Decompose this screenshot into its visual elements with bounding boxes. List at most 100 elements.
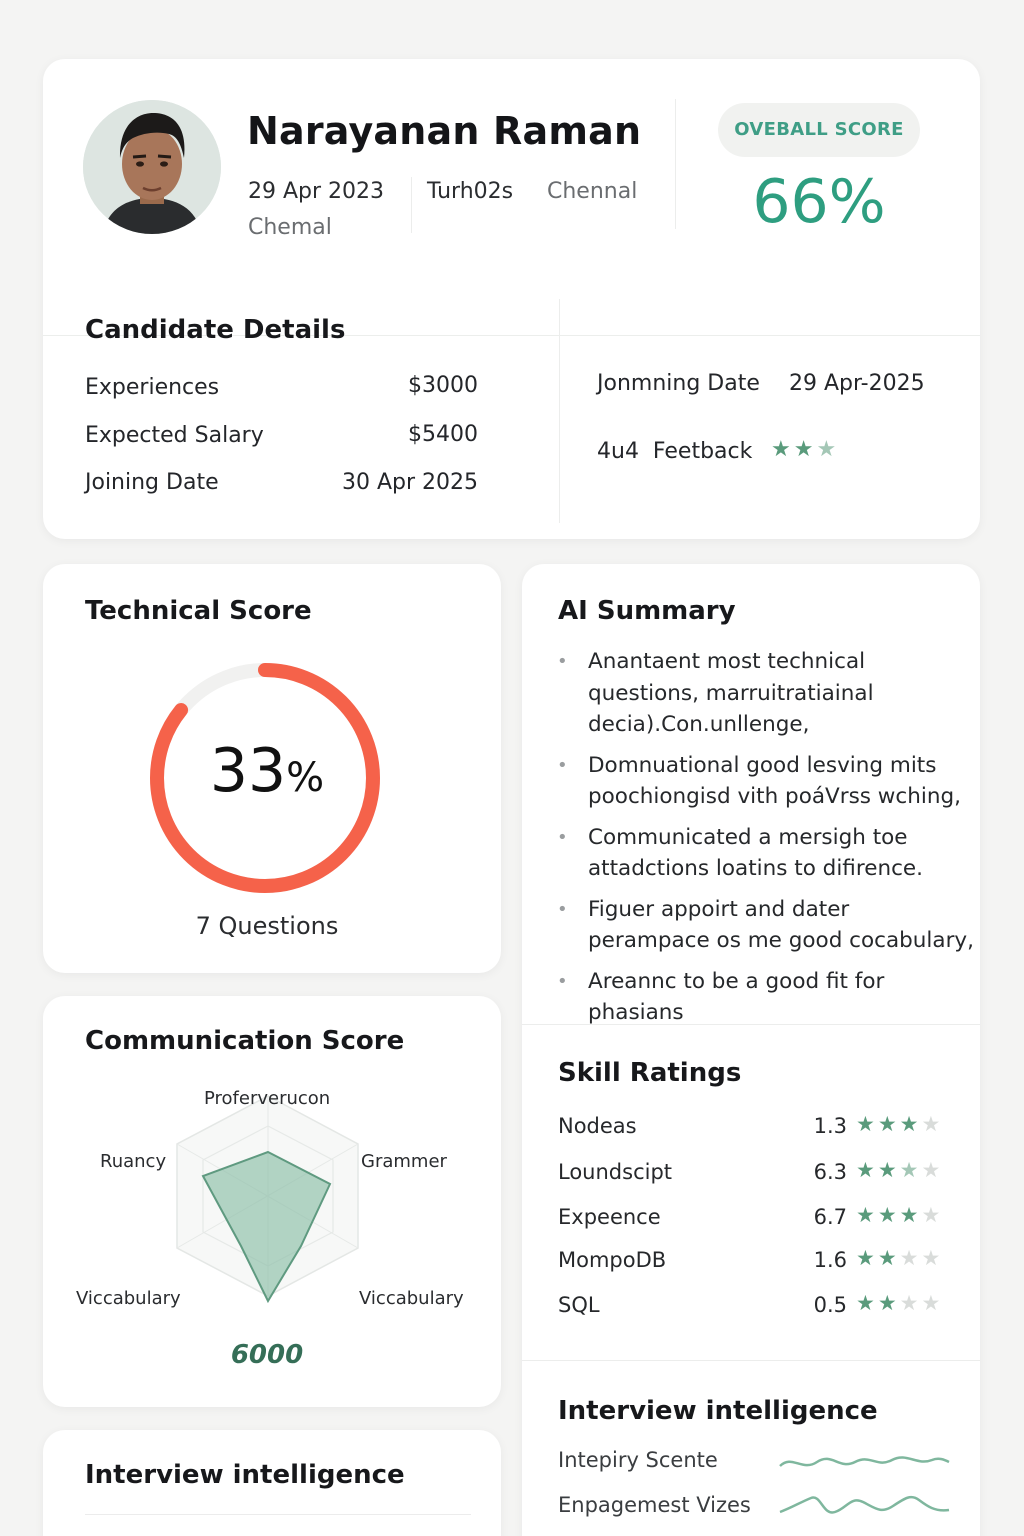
skill-name: Nodeas bbox=[558, 1114, 637, 1138]
interview-intelligence-title: Interview intelligence bbox=[558, 1396, 878, 1426]
intel-sparkline bbox=[779, 1456, 950, 1467]
skill-ratings-title: Skill Ratings bbox=[558, 1058, 742, 1088]
intel-metric-label: Intepiry Scente bbox=[558, 1448, 718, 1472]
star-icon: ★ bbox=[856, 1112, 878, 1136]
technical-percent: 33% bbox=[43, 736, 491, 806]
communication-score-card: Communication Score Proferverucon Gramme… bbox=[43, 996, 501, 1407]
star-half-icon: ★ bbox=[816, 437, 840, 462]
question-count: 7 Questions bbox=[195, 912, 339, 940]
skill-stars: ★★★★ bbox=[856, 1291, 943, 1315]
star-empty-icon: ★ bbox=[921, 1246, 944, 1270]
detail-value-salary: $5400 bbox=[408, 422, 478, 447]
sparkline-path bbox=[779, 1456, 950, 1467]
summary-item: • Areannc to be a good fit for phasians bbox=[556, 966, 976, 1029]
score-divider bbox=[675, 99, 676, 229]
star-icon: ★ bbox=[899, 1203, 922, 1227]
summary-item-text: Domnuational good lesving mits poochiong… bbox=[588, 752, 961, 810]
star-empty-icon: ★ bbox=[921, 1291, 944, 1315]
bullet-icon: • bbox=[557, 651, 568, 672]
overall-score-badge: OVEBALL SCORE bbox=[718, 103, 920, 157]
skill-stars: ★★★★ bbox=[856, 1246, 943, 1270]
skill-name: SQL bbox=[558, 1293, 600, 1317]
star-empty-icon: ★ bbox=[899, 1291, 922, 1315]
skill-stars: ★★★★ bbox=[856, 1112, 943, 1136]
star-icon: ★ bbox=[856, 1291, 878, 1315]
detail-value-experience: $3000 bbox=[408, 373, 478, 398]
skill-score: 1.3 bbox=[813, 1114, 847, 1138]
intel-divider bbox=[85, 1514, 471, 1515]
star-half-icon: ★ bbox=[899, 1158, 922, 1182]
star-icon: ★ bbox=[856, 1246, 878, 1270]
summary-item: • Anantaent most technical questions, mar… bbox=[556, 646, 976, 741]
bullet-icon: • bbox=[557, 898, 568, 920]
candidate-city: Chennal bbox=[547, 179, 638, 204]
feedback-stars: ★★★ bbox=[771, 437, 839, 462]
bullet-icon: • bbox=[557, 826, 568, 848]
technical-percent-sign: % bbox=[286, 755, 325, 801]
technical-score-card: Technical Score 33% 7 Questions bbox=[43, 564, 501, 973]
skill-name: MompoDB bbox=[558, 1248, 667, 1272]
skill-name: Loundscipt bbox=[558, 1160, 673, 1184]
feedback-label: 4u4 Feetback bbox=[597, 439, 753, 464]
radar-label-top: Proferverucon bbox=[204, 1088, 331, 1109]
skills-divider bbox=[522, 1360, 980, 1361]
joining-date-value: 29 Apr-2025 bbox=[789, 371, 925, 396]
skill-score: 6.3 bbox=[813, 1160, 847, 1184]
communication-score-value: 6000 bbox=[230, 1340, 304, 1370]
ai-summary-list: • Anantaent most technical questions, mar… bbox=[556, 646, 976, 1038]
candidate-details-title: Candidate Details bbox=[85, 315, 346, 345]
skill-score: 1.6 bbox=[813, 1248, 847, 1272]
ai-summary-card: AI Summary • Anantaent most technical que… bbox=[522, 564, 980, 1536]
interview-date: 29 Apr 2023 bbox=[248, 179, 385, 204]
radar-label-right: Grammer bbox=[361, 1151, 447, 1172]
candidate-id: Turh02s bbox=[427, 179, 514, 204]
summary-item: • Domnuational good lesving mits poochion… bbox=[556, 750, 976, 813]
candidate-name: Narayanan Raman bbox=[247, 109, 642, 153]
radar-label-bottom-left: Viccabulary bbox=[76, 1288, 181, 1309]
interview-intelligence-card-left: Interview intelligence bbox=[43, 1430, 501, 1536]
star-empty-icon: ★ bbox=[921, 1203, 944, 1227]
star-icon: ★ bbox=[793, 437, 817, 462]
skill-stars: ★★★★ bbox=[856, 1158, 943, 1182]
summary-item: • Communicated a mersigh toe attadctions … bbox=[556, 822, 976, 885]
skill-score: 0.5 bbox=[813, 1293, 847, 1317]
star-icon: ★ bbox=[877, 1291, 900, 1315]
star-icon: ★ bbox=[877, 1158, 900, 1182]
sparkline-path bbox=[779, 1495, 950, 1514]
candidate-header-card: Narayanan Raman 29 Apr 2023 Chemal Turh0… bbox=[43, 59, 980, 539]
overall-score-value: 66% bbox=[752, 167, 886, 237]
summary-item-text: Figuer appoirt and dater perampace os me… bbox=[588, 896, 974, 954]
detail-label-joining: Joining Date bbox=[85, 470, 219, 495]
candidate-location-secondary: Chemal bbox=[248, 215, 332, 240]
radar-label-left: Ruancy bbox=[100, 1151, 167, 1172]
bullet-icon: • bbox=[557, 754, 568, 776]
detail-label-experience: Experiences bbox=[85, 375, 220, 400]
bullet-icon: • bbox=[557, 970, 568, 992]
joining-date-label: Jonmning Date bbox=[597, 371, 760, 396]
summary-item-text: Anantaent most technical questions, marr… bbox=[588, 649, 874, 737]
star-icon: ★ bbox=[899, 1112, 922, 1136]
ai-summary-title: AI Summary bbox=[558, 596, 736, 626]
star-empty-icon: ★ bbox=[921, 1158, 944, 1182]
star-icon: ★ bbox=[877, 1112, 900, 1136]
star-icon: ★ bbox=[877, 1246, 900, 1270]
summary-divider bbox=[522, 1024, 980, 1025]
summary-item-text: Areannc to be a good fit for phasians bbox=[588, 968, 885, 1026]
detail-value-joining: 30 Apr 2025 bbox=[341, 470, 478, 495]
star-icon: ★ bbox=[877, 1203, 900, 1227]
summary-item-text: Communicated a mersigh toe attadctions l… bbox=[588, 824, 923, 882]
detail-label-salary: Expected Salary bbox=[85, 423, 264, 448]
skill-stars: ★★★★ bbox=[856, 1203, 943, 1227]
candidate-avatar bbox=[83, 100, 221, 234]
radar-label-bottom-right: Viccabulary bbox=[359, 1288, 464, 1309]
intel-sparkline bbox=[779, 1495, 950, 1514]
details-divider bbox=[559, 299, 560, 523]
star-icon: ★ bbox=[856, 1203, 878, 1227]
summary-item: • Figuer appoirt and dater perampace os m… bbox=[556, 894, 976, 957]
skill-name: Expeence bbox=[558, 1205, 661, 1229]
star-empty-icon: ★ bbox=[899, 1246, 922, 1270]
star-empty-icon: ★ bbox=[921, 1112, 944, 1136]
star-icon: ★ bbox=[771, 437, 794, 462]
meta-divider bbox=[411, 177, 412, 233]
technical-percent-number: 33 bbox=[209, 736, 287, 806]
